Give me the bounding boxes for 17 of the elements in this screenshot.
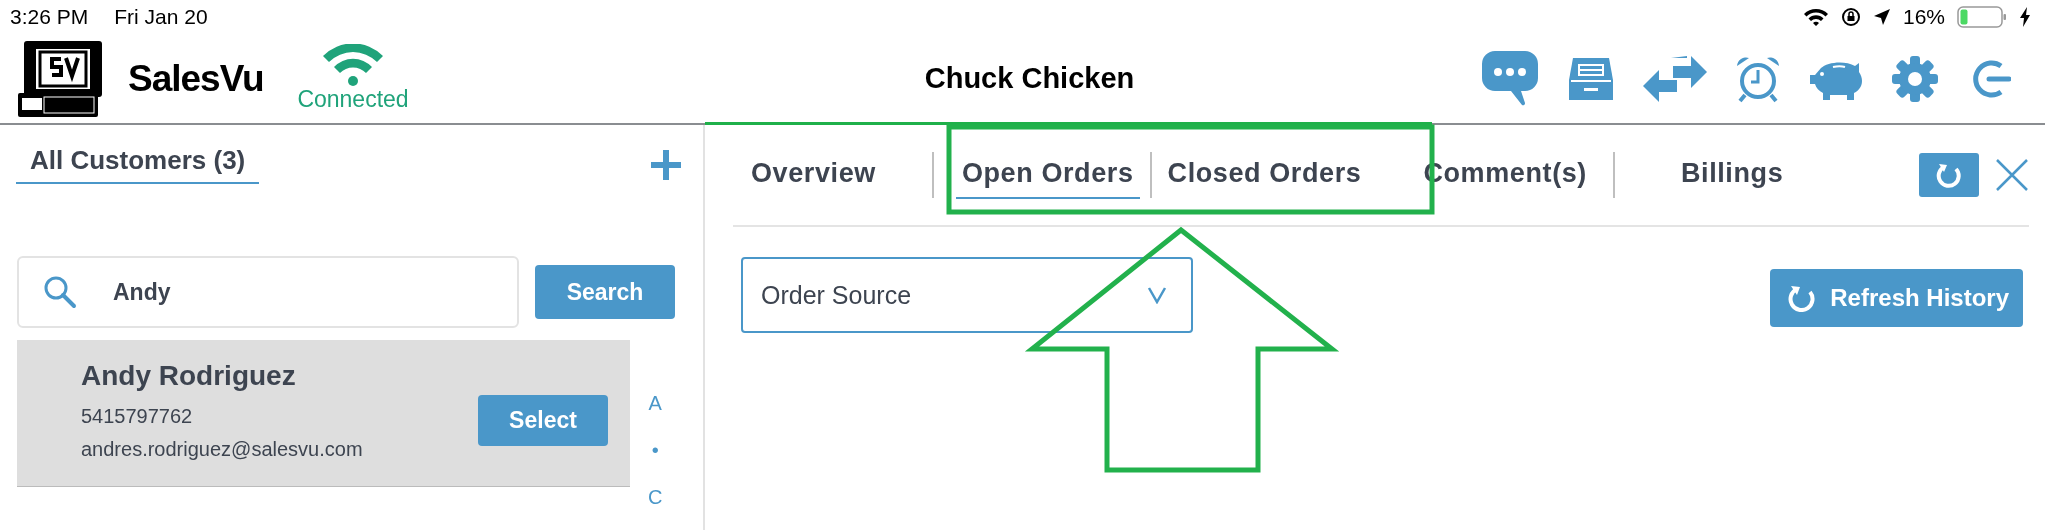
- clock-time: 3:26 PM: [10, 5, 89, 29]
- tab[interactable]: Open Orders: [955, 151, 1140, 199]
- customer-row[interactable]: Andy Rodriguez 5415797762 andres.rodriguez@salesvu.com Select: [17, 340, 630, 487]
- search-field[interactable]: Andy: [17, 256, 519, 328]
- customer-phone: 5415797762: [81, 404, 194, 429]
- store-title: Chuck Chicken: [923, 62, 1136, 95]
- customer-email: andres.rodriguez@salesvu.com: [81, 437, 363, 462]
- brand-name: SalesVu: [128, 57, 264, 100]
- date-text: Fri Jan 20: [114, 5, 208, 29]
- tab-heading[interactable]: All Customers (3): [16, 145, 260, 184]
- tab[interactable]: Billings: [1674, 151, 1790, 199]
- tab[interactable]: Overview: [745, 151, 882, 199]
- order-source-dropdown[interactable]: Order Source: [741, 257, 1193, 333]
- connection-status: Connected: [297, 86, 409, 113]
- battery-percent: 16%: [1902, 5, 1945, 29]
- customer-name: Andy Rodriguez: [81, 360, 297, 392]
- tab[interactable]: Closed Orders: [1161, 151, 1368, 199]
